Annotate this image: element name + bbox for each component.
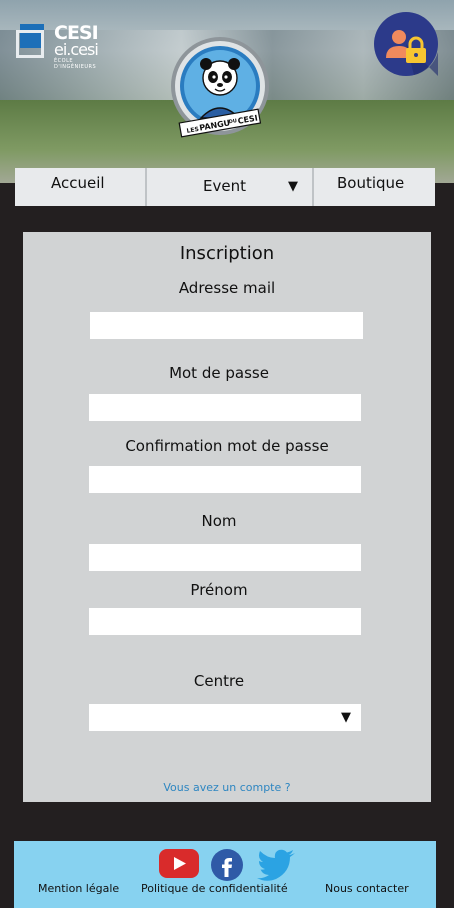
email-field[interactable] — [90, 312, 363, 339]
nav-accueil-label: Accueil — [51, 174, 105, 192]
confirm-password-field[interactable] — [89, 466, 361, 493]
prenom-field[interactable] — [89, 608, 361, 635]
user-lock-icon — [386, 30, 438, 76]
nom-field[interactable] — [89, 544, 361, 571]
chevron-down-icon: ▼ — [341, 710, 351, 725]
cesi-logo-subname: ei.cesi — [54, 40, 99, 59]
nav-event-label: Event — [203, 177, 246, 195]
cesi-logo-tagline: ÉCOLE D'INGÉNIEURS — [54, 58, 97, 70]
login-link[interactable]: Vous avez un compte ? — [23, 781, 431, 794]
nav-boutique-label: Boutique — [337, 174, 405, 192]
prenom-label: Prénom — [190, 581, 248, 599]
centre-select[interactable]: ▼ — [89, 704, 361, 731]
cesi-logo-mark — [16, 24, 46, 58]
user-account-button[interactable] — [374, 12, 438, 76]
footer-mention-link[interactable]: Mention légale — [38, 882, 119, 895]
nav-boutique[interactable]: Boutique — [313, 168, 435, 206]
youtube-icon[interactable] — [159, 849, 199, 878]
nav-event-dropdown[interactable]: Event ▼ — [147, 168, 312, 206]
email-label: Adresse mail — [178, 279, 276, 297]
nav-accueil[interactable]: Accueil — [15, 168, 146, 206]
password-field[interactable] — [89, 394, 361, 421]
twitter-icon[interactable] — [257, 849, 295, 881]
footer-contact-link[interactable]: Nous contacter — [325, 882, 409, 895]
form-title: Inscription — [179, 243, 275, 264]
cesi-logo[interactable]: CESI ei.cesi ÉCOLE D'INGÉNIEURS — [16, 22, 116, 70]
site-footer: Mention légale Politique de confidential… — [14, 841, 436, 908]
main-navigation: Accueil Event ▼ Boutique — [15, 168, 435, 206]
centre-label: Centre — [193, 672, 245, 690]
nom-label: Nom — [201, 512, 237, 530]
confirm-password-label: Confirmation mot de passe — [125, 437, 329, 455]
footer-politique-link[interactable]: Politique de confidentialité — [141, 882, 288, 895]
registration-form: Inscription Adresse mail Mot de passe Co… — [23, 232, 431, 802]
password-label: Mot de passe — [169, 364, 269, 382]
facebook-icon[interactable] — [211, 849, 243, 881]
chevron-down-icon: ▼ — [288, 179, 298, 194]
panda-badge-logo[interactable]: LES PANGU DU CESI — [168, 36, 272, 140]
